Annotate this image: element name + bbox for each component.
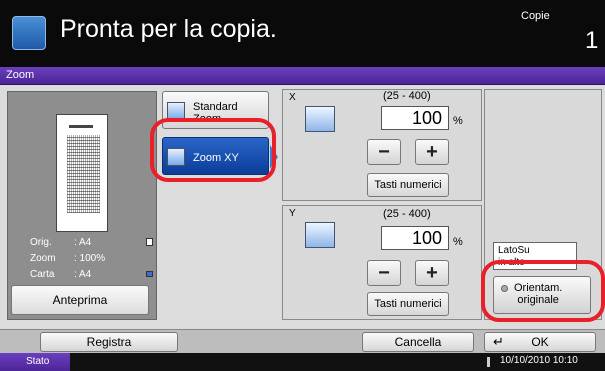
highlight-zoom-xy — [150, 118, 276, 182]
y-decrease-button[interactable]: − — [367, 260, 401, 286]
status-indicator-icon — [487, 357, 490, 367]
x-range-label: (25 - 400) — [383, 90, 431, 102]
section-title: Zoom — [6, 69, 35, 81]
page-title: Pronta per la copia. — [60, 15, 277, 43]
zoom-value-row: Zoom: 100% — [30, 253, 106, 264]
x-zoom-value-field[interactable]: 100 — [381, 106, 449, 130]
x-axis-label: X — [289, 92, 296, 103]
preview-button[interactable]: Anteprima — [11, 285, 149, 315]
copies-count: 1 — [585, 27, 599, 54]
x-increase-button[interactable]: + — [415, 139, 449, 165]
cancel-button[interactable]: Cancella — [362, 332, 474, 352]
copy-icon — [12, 16, 46, 50]
highlight-orientation — [481, 260, 605, 322]
horizontal-stretch-icon — [305, 106, 335, 132]
original-size-row: Orig.: A4 — [30, 237, 153, 248]
copies-label: Copie — [521, 10, 550, 22]
datetime-display: 10/10/2010 10:10 — [500, 355, 578, 366]
paper-size-row: Carta: A4 — [30, 269, 153, 280]
x-numeric-keys-button[interactable]: Tasti numerici — [367, 173, 449, 197]
page-preview-image — [56, 114, 108, 232]
enter-icon: ↵ — [493, 334, 504, 349]
x-decrease-button[interactable]: − — [367, 139, 401, 165]
header-bar: Pronta per la copia. Copie 1 — [0, 0, 605, 67]
section-title-bar: Zoom — [0, 67, 605, 85]
paper-tray-icon — [146, 271, 153, 277]
vertical-stretch-icon — [305, 222, 335, 248]
status-bar: Stato 10/10/2010 10:10 — [0, 353, 605, 371]
register-button[interactable]: Registra — [40, 332, 178, 352]
x-percent-label: % — [453, 115, 463, 127]
x-zoom-group: X (25 - 400) 100 % − + Tasti numerici — [282, 89, 482, 201]
y-range-label: (25 - 400) — [383, 208, 431, 220]
ok-button[interactable]: ↵ OK — [484, 332, 596, 352]
y-axis-label: Y — [289, 208, 296, 219]
portrait-page-icon — [146, 238, 153, 246]
ok-label: OK — [531, 335, 549, 349]
action-bar: Registra Cancella ↵ OK — [0, 329, 605, 353]
y-numeric-keys-button[interactable]: Tasti numerici — [367, 292, 449, 316]
y-increase-button[interactable]: + — [415, 260, 449, 286]
y-zoom-value-field[interactable]: 100 — [381, 226, 449, 250]
status-button[interactable]: Stato — [0, 353, 70, 371]
scanned-document-thumbnail — [67, 135, 100, 213]
y-percent-label: % — [453, 236, 463, 248]
y-zoom-group: Y (25 - 400) 100 % − + Tasti numerici — [282, 205, 482, 320]
